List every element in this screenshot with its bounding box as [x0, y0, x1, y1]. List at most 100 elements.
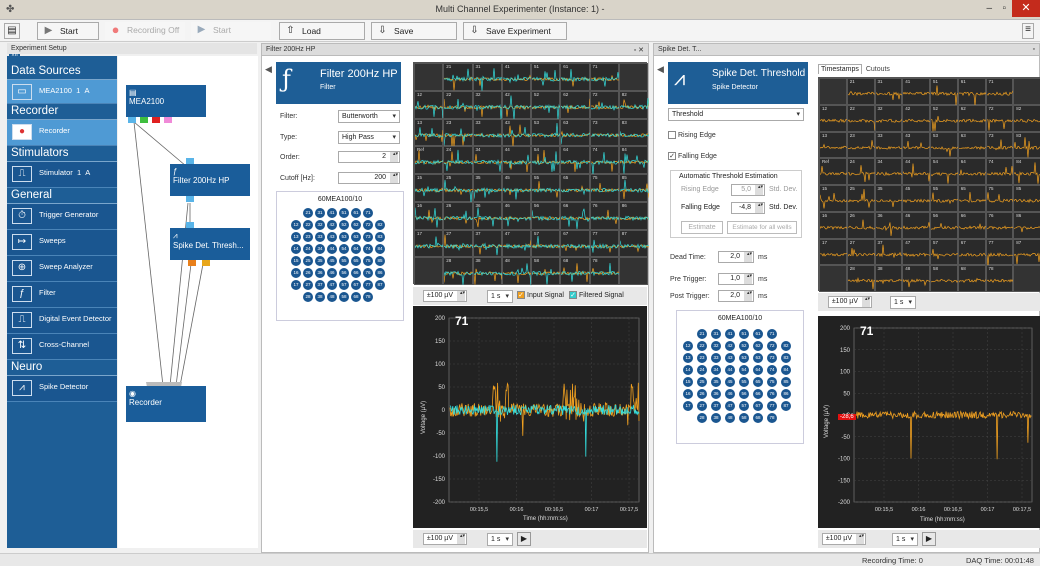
electrode-76[interactable]: 76 — [767, 389, 777, 399]
node-mea2100[interactable]: ▤ MEA2100 — [126, 85, 206, 117]
electrode-86[interactable]: 86 — [375, 268, 385, 278]
module-filter[interactable]: ƒ Filter — [7, 282, 117, 308]
electrode-71[interactable]: 71 — [767, 329, 777, 339]
channel-cell[interactable]: 12 — [414, 90, 445, 119]
close-icon[interactable]: ✕ — [1012, 0, 1040, 17]
channel-cell[interactable]: 85 — [618, 174, 649, 202]
electrode-84[interactable]: 84 — [375, 244, 385, 254]
electrode-54[interactable]: 54 — [339, 244, 349, 254]
port[interactable] — [202, 260, 210, 266]
experiment-graph[interactable]: ▤ MEA2100 ƒ Filter 200Hz HP ⩘ Spike Det. Th… — [118, 56, 258, 548]
electrode-51[interactable]: 51 — [339, 208, 349, 218]
channel-cell[interactable]: 46 — [501, 201, 532, 230]
channel-cell[interactable]: 43 — [902, 131, 931, 159]
electrode-42[interactable]: 42 — [327, 220, 337, 230]
channel-cell[interactable]: 53 — [930, 131, 959, 159]
electrode-74[interactable]: 74 — [363, 244, 373, 254]
channel-cell[interactable]: 63 — [560, 118, 591, 147]
electrode-24[interactable]: 24 — [697, 365, 707, 375]
dead-time-stepper[interactable]: 2,0 — [718, 251, 754, 263]
electrode-61[interactable]: 61 — [753, 329, 763, 339]
channel-cell[interactable]: 64 — [957, 158, 986, 185]
channel-cell[interactable]: 64 — [560, 146, 591, 174]
channel-cell[interactable]: 13 — [414, 118, 445, 147]
electrode-87[interactable]: 87 — [375, 280, 385, 290]
channel-cell[interactable]: 76 — [985, 211, 1014, 239]
channel-cell[interactable]: 53 — [531, 118, 562, 147]
electrode-52[interactable]: 52 — [739, 341, 749, 351]
empty-cell[interactable] — [618, 257, 648, 285]
spike-trace-plot[interactable]: 200150100500-50-100-150-20000:15,500:160… — [818, 316, 1040, 528]
filtered-signal-checkbox[interactable]: ✓ Filtered Signal — [569, 291, 624, 299]
maximize-icon[interactable]: ▫ — [1033, 46, 1035, 53]
electrode-65[interactable]: 65 — [753, 377, 763, 387]
module-sweep-analyzer[interactable]: ⊕ Sweep Analyzer — [7, 256, 117, 282]
channel-cell[interactable]: 46 — [902, 211, 931, 239]
close-icon[interactable]: ▫ ✕ — [634, 46, 644, 54]
channel-cell[interactable]: 78 — [985, 265, 1014, 292]
timebase-dropdown[interactable]: 1 s — [890, 296, 916, 309]
electrode-75[interactable]: 75 — [363, 256, 373, 266]
recording-button[interactable]: ● Recording Off — [105, 22, 185, 40]
channel-cell[interactable]: 82 — [1013, 104, 1040, 132]
channel-cell[interactable]: 68 — [560, 257, 591, 285]
electrode-17[interactable]: 17 — [683, 401, 693, 411]
channel-cell[interactable]: 37 — [472, 229, 503, 258]
electrode-26[interactable]: 26 — [303, 268, 313, 278]
electrode-67[interactable]: 67 — [753, 401, 763, 411]
channel-cell[interactable]: 25 — [443, 174, 474, 203]
start-daq-button[interactable]: ▶Start DAQ — [37, 22, 99, 52]
channel-cell[interactable]: Ref — [414, 146, 445, 174]
electrode-43[interactable]: 43 — [327, 232, 337, 242]
play-button[interactable]: ▶ — [922, 532, 936, 546]
channel-cell[interactable]: 75 — [589, 174, 620, 202]
channel-cell[interactable]: 74 — [985, 158, 1014, 185]
channel-cell[interactable]: 58 — [531, 257, 562, 285]
channel-cell[interactable]: 34 — [472, 146, 503, 174]
channel-cell[interactable]: 33 — [874, 131, 903, 159]
electrode-28[interactable]: 28 — [303, 292, 313, 302]
electrode-75[interactable]: 75 — [767, 377, 777, 387]
channel-grid[interactable]: 21 31 41 51 61 71 12 22 32 42 52 62 72 82 13 23 33 43 53 63… — [413, 62, 649, 286]
module-stimulator[interactable]: ⎍ Stimulator 1 A — [7, 162, 117, 188]
channel-cell[interactable]: 45 — [902, 185, 931, 212]
electrode-51[interactable]: 51 — [739, 329, 749, 339]
falling-threshold-stepper[interactable]: -4,8 — [731, 202, 765, 214]
range-stepper[interactable]: ±100 µV — [828, 296, 872, 308]
electrode-85[interactable]: 85 — [375, 256, 385, 266]
channel-cell[interactable]: 54 — [930, 158, 959, 185]
channel-cell[interactable]: 48 — [501, 257, 532, 286]
electrode-66[interactable]: 66 — [753, 389, 763, 399]
electrode-68[interactable]: 68 — [753, 413, 763, 423]
electrode-27[interactable]: 27 — [303, 280, 313, 290]
channel-cell[interactable]: 73 — [985, 131, 1014, 159]
electrode-16[interactable]: 16 — [683, 389, 693, 399]
channel-cell[interactable]: 21 — [443, 63, 474, 91]
channel-cell[interactable]: 77 — [985, 238, 1014, 266]
channel-cell[interactable]: 34 — [874, 158, 903, 185]
electrode-15[interactable]: 15 — [683, 377, 693, 387]
channel-cell[interactable]: 75 — [985, 185, 1014, 212]
electrode-26[interactable]: 26 — [697, 389, 707, 399]
timebase-dropdown[interactable]: 1 s — [892, 533, 918, 546]
electrode-22[interactable]: 22 — [303, 220, 313, 230]
channel-cell[interactable]: 62 — [957, 104, 987, 132]
channel-cell[interactable]: 33 — [472, 118, 503, 147]
channel-cell[interactable]: 16 — [819, 211, 848, 239]
electrode-47[interactable]: 47 — [725, 401, 735, 411]
channel-cell[interactable]: 76 — [589, 201, 620, 230]
electrode-43[interactable]: 43 — [725, 353, 735, 363]
channel-cell[interactable]: 31 — [874, 78, 903, 105]
electrode-13[interactable]: 13 — [683, 353, 693, 363]
empty-cell[interactable] — [414, 257, 444, 285]
electrode-56[interactable]: 56 — [739, 389, 749, 399]
save-experiment-button[interactable]: ⇩Save Experiment — [371, 22, 457, 52]
filter-dropdown[interactable]: Butterworth — [338, 110, 400, 123]
channel-cell[interactable]: 87 — [1013, 238, 1040, 266]
channel-cell[interactable]: 48 — [902, 265, 931, 292]
module-sweeps[interactable]: ↦ Sweeps — [7, 230, 117, 256]
electrode-grid[interactable]: 21 31 41 51 61 71 12 22 32 42 52 62 72 82 13 23 33 43 53 63… — [683, 329, 793, 423]
electrode-61[interactable]: 61 — [351, 208, 361, 218]
channel-cell[interactable]: 77 — [589, 229, 620, 258]
electrode-87[interactable]: 87 — [781, 401, 791, 411]
